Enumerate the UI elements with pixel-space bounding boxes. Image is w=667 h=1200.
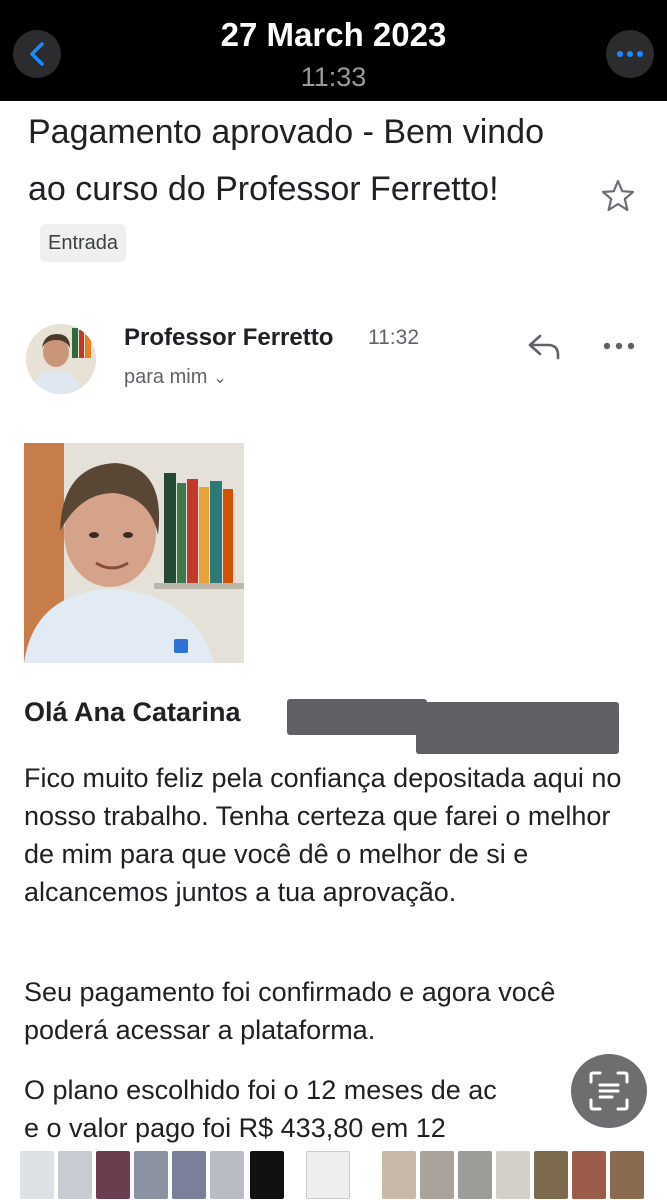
header-time: 11:33 <box>300 62 367 92</box>
thumbnail[interactable] <box>496 1151 530 1199</box>
thumbnail[interactable] <box>382 1151 416 1199</box>
body-paragraph: Seu pagamento foi confirmado e agora voc… <box>24 977 556 1045</box>
sent-time: 11:32 <box>368 326 419 349</box>
thumbnail[interactable] <box>96 1151 130 1199</box>
thumbnail[interactable] <box>534 1151 568 1199</box>
thumbnail[interactable] <box>172 1151 206 1199</box>
redaction-block <box>287 699 427 735</box>
thumbnail[interactable] <box>210 1151 244 1199</box>
thumbnail[interactable] <box>20 1151 54 1199</box>
star-icon[interactable] <box>600 178 636 214</box>
thumbnail[interactable] <box>58 1151 92 1199</box>
chevron-down-icon: ⌄ <box>213 370 227 387</box>
sender-avatar[interactable] <box>26 324 96 394</box>
thumbnail[interactable] <box>420 1151 454 1199</box>
thumbnail[interactable] <box>572 1151 606 1199</box>
text-scan-icon <box>589 1071 629 1111</box>
ellipsis-icon <box>617 51 643 57</box>
sender-name: Professor Ferretto <box>124 324 334 351</box>
email-subject: Pagamento aprovado - Bem vindo ao curso … <box>28 104 568 275</box>
thumbnail-strip[interactable] <box>0 1147 667 1200</box>
professor-photo <box>24 443 244 663</box>
greeting: Olá Ana Catarina <box>24 697 241 727</box>
header-date: 27 March 2023 <box>220 16 447 53</box>
recipient-text: para mim <box>124 366 208 388</box>
thumbnail[interactable] <box>134 1151 168 1199</box>
more-options-icon[interactable] <box>602 334 636 358</box>
thumbnail[interactable] <box>250 1151 284 1199</box>
partial-line: O plano escolhido foi o 12 meses de ac <box>24 1075 497 1105</box>
reply-icon[interactable] <box>526 330 562 362</box>
subject-text: Pagamento aprovado - Bem vindo ao curso … <box>28 113 544 208</box>
body-paragraph-partial: O plano escolhido foi o 12 meses de ac e… <box>24 1071 644 1147</box>
inbox-label-badge[interactable]: Entrada <box>40 224 127 263</box>
recipient-toggle[interactable]: para mim ⌄ <box>124 366 227 389</box>
live-text-button[interactable] <box>571 1054 647 1128</box>
thumbnail-current[interactable] <box>306 1151 350 1199</box>
body-paragraph: Fico muito feliz pela confiança deposita… <box>24 763 622 907</box>
more-button[interactable] <box>606 30 654 78</box>
partial-line: e o valor pago foi R$ 433,80 em 12 <box>24 1113 446 1143</box>
photo-viewer-header: 27 March 2023 11:33 <box>0 0 667 101</box>
thumbnail[interactable] <box>458 1151 492 1199</box>
thumbnail[interactable] <box>610 1151 644 1199</box>
redaction-block <box>416 702 619 754</box>
